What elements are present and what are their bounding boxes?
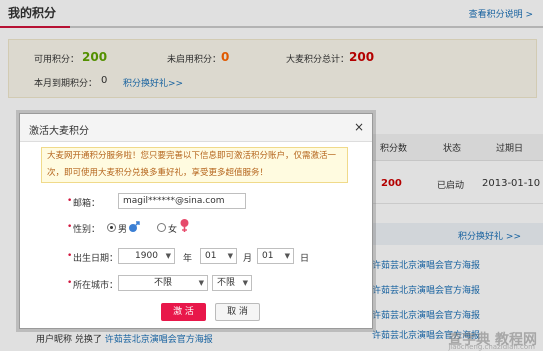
birth-day-value: 01 [262, 251, 274, 261]
gender-female-radio[interactable] [157, 223, 166, 232]
chevron-down-icon: ▼ [242, 279, 248, 287]
required-marker: • [67, 251, 73, 261]
chevron-down-icon: ▼ [227, 252, 233, 260]
city-label: 所在城市： [73, 281, 119, 291]
day-unit: 日 [300, 254, 310, 264]
required-marker: • [67, 278, 73, 288]
male-icon [129, 221, 140, 232]
gender-male-radio[interactable] [107, 223, 116, 232]
birth-date-label: 出生日期： [73, 254, 119, 264]
month-unit: 月 [243, 254, 253, 264]
birth-day-select[interactable]: 01 ▼ [257, 248, 294, 264]
province-value: 不限 [153, 278, 172, 288]
chevron-down-icon: ▼ [284, 252, 290, 260]
birth-year-select[interactable]: 1900 ▼ [118, 248, 175, 264]
province-select[interactable]: 不限 ▼ [118, 275, 208, 291]
email-field[interactable]: magil******@sina.com [118, 193, 246, 209]
required-marker: • [67, 196, 73, 206]
email-label: 邮箱： [73, 199, 101, 209]
required-marker: • [67, 222, 73, 232]
gender-label: 性别： [73, 225, 101, 235]
activate-button[interactable]: 激 活 [161, 303, 206, 321]
cancel-button[interactable]: 取 消 [215, 303, 260, 321]
gender-male-label: 男 [118, 225, 128, 235]
close-icon[interactable]: × [354, 120, 364, 134]
dialog-title: 激活大麦积分 [29, 126, 89, 137]
activate-points-dialog: 激活大麦积分 × 大麦网开通积分服务啦！您只要完善以下信息即可激活积分账户，仅需… [19, 113, 373, 329]
city-select[interactable]: 不限 ▼ [212, 275, 252, 291]
chevron-down-icon: ▼ [165, 252, 171, 260]
watermark-url: jiaocheng.chazidian.com [448, 343, 535, 351]
activation-notice: 大麦网开通积分服务啦！您只要完善以下信息即可激活积分账户，仅需激活一次，即可使用… [41, 147, 348, 183]
female-icon [180, 219, 189, 232]
birth-year-value: 1900 [135, 251, 158, 261]
chevron-down-icon: ▼ [198, 279, 204, 287]
year-unit: 年 [183, 254, 193, 264]
birth-month-value: 01 [205, 251, 217, 261]
city-value: 不限 [217, 278, 236, 288]
birth-month-select[interactable]: 01 ▼ [200, 248, 237, 264]
gender-female-label: 女 [168, 225, 178, 235]
